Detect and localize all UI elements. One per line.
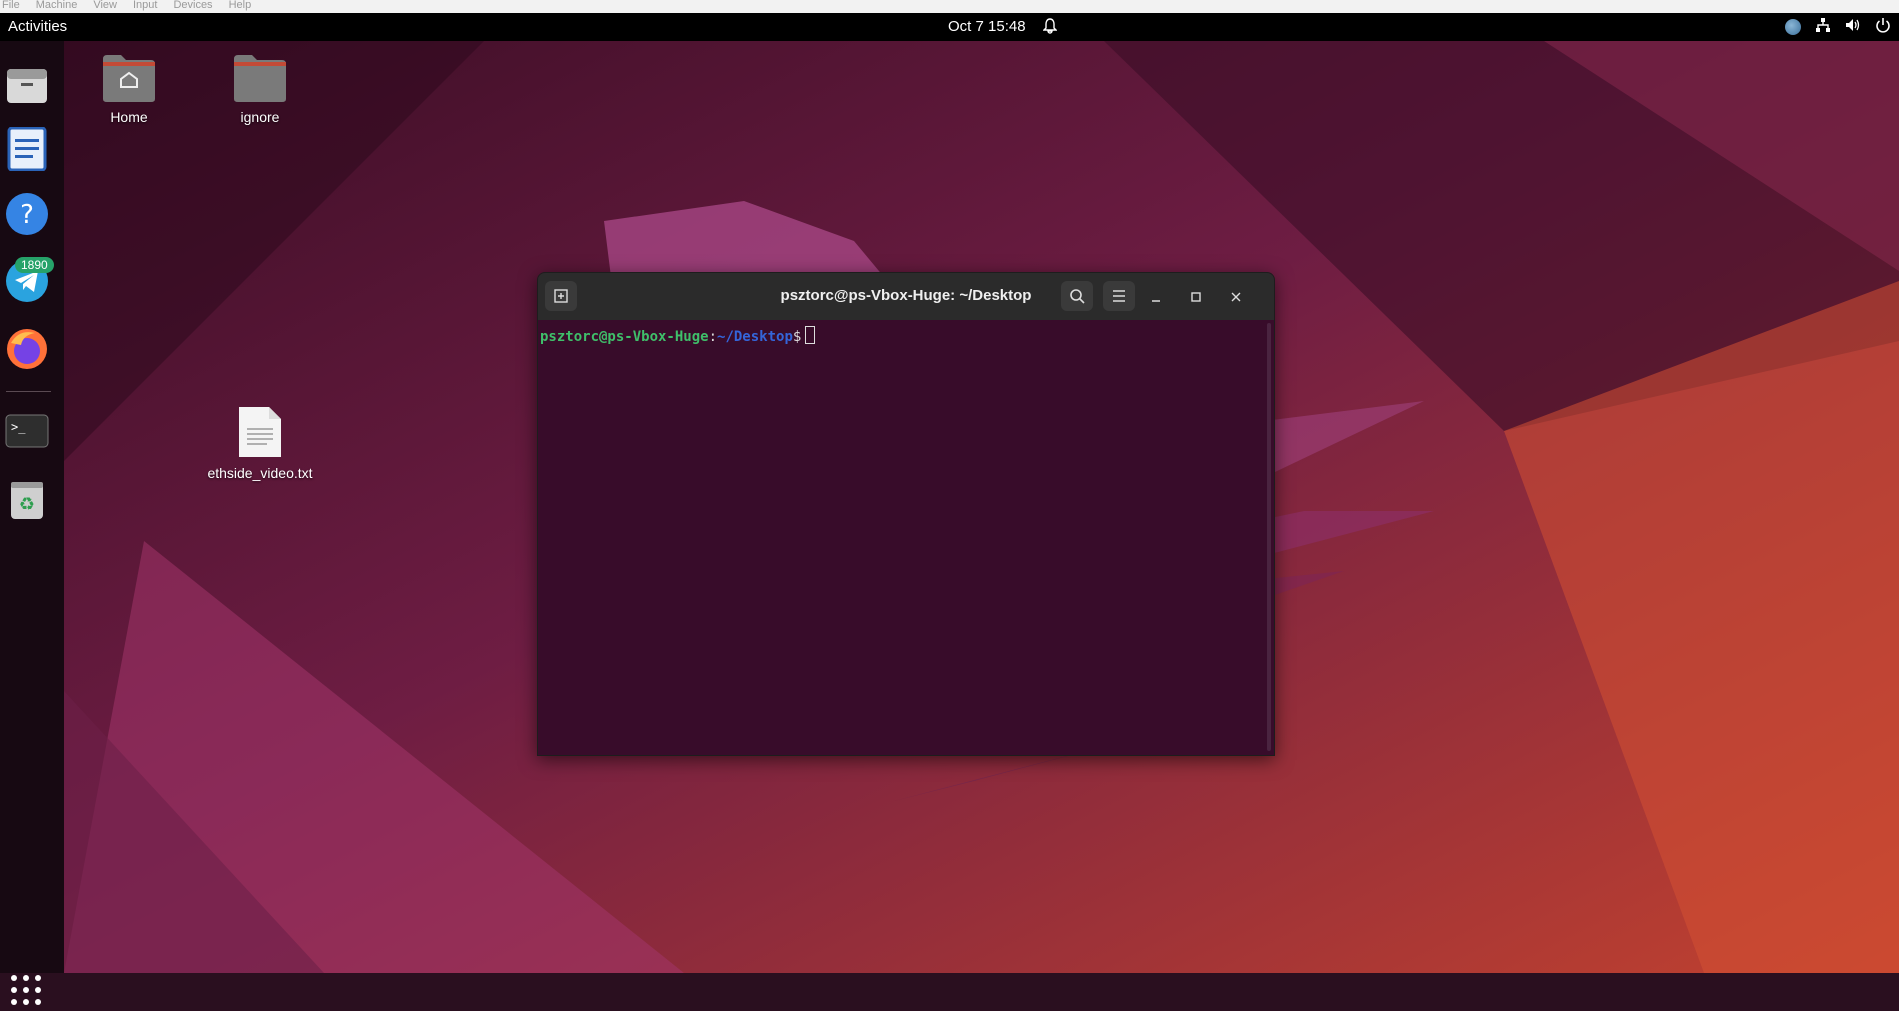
text-cursor <box>805 326 816 344</box>
svg-text:?: ? <box>20 200 34 230</box>
dock: ? 1890 >_ ♻ <box>0 41 64 1005</box>
prompt-separator: : <box>708 329 718 345</box>
close-button[interactable] <box>1226 287 1246 307</box>
desktop-icon-label: Home <box>110 109 148 125</box>
trash-icon[interactable]: ♻ <box>5 477 49 521</box>
firefox-icon[interactable] <box>5 327 49 371</box>
vbox-menu-help[interactable]: Help <box>221 0 260 13</box>
vm-status-icon[interactable] <box>1785 19 1801 35</box>
notification-bell-icon[interactable] <box>1042 18 1058 37</box>
terminal-icon[interactable]: >_ <box>5 409 49 453</box>
libreoffice-writer-icon[interactable] <box>5 126 49 172</box>
terminal-scrollbar[interactable] <box>1267 323 1271 751</box>
show-applications-icon[interactable] <box>10 974 42 1006</box>
desktop-icon-label: ignore <box>240 109 280 125</box>
terminal-window[interactable]: psztorc@ps-Vbox-Huge: ~/Desktop psztorc@… <box>537 272 1275 756</box>
telegram-unread-badge: 1890 <box>15 257 54 273</box>
activities-button[interactable]: Activities <box>8 18 67 35</box>
vbox-menu-file[interactable]: File <box>0 0 28 13</box>
vbox-menu-bar: File Machine View Input Devices Help <box>0 0 1899 13</box>
minimize-button[interactable] <box>1146 287 1166 307</box>
desktop-icon-label: ethside_video.txt <box>207 465 313 481</box>
prompt-user-host: psztorc@ps-Vbox-Huge <box>540 329 709 345</box>
volume-icon[interactable] <box>1845 17 1861 37</box>
svg-text:>_: >_ <box>11 420 26 434</box>
network-icon[interactable] <box>1815 17 1831 37</box>
desktop-icon-home[interactable]: Home <box>74 53 184 125</box>
prompt-symbol: $ <box>792 329 802 345</box>
clock[interactable]: Oct 7 15:48 <box>948 18 1026 35</box>
vbox-menu-devices[interactable]: Devices <box>165 0 220 13</box>
vbox-menu-input[interactable]: Input <box>125 0 165 13</box>
vbox-menu-view[interactable]: View <box>85 0 125 13</box>
maximize-button[interactable] <box>1186 287 1206 307</box>
system-tray[interactable] <box>1785 17 1891 37</box>
text-file-icon <box>237 405 283 459</box>
vbox-menu-machine[interactable]: Machine <box>28 0 86 13</box>
top-bar: Activities Oct 7 15:48 <box>0 13 1899 41</box>
terminal-output[interactable]: psztorc@ps-Vbox-Huge:~/Desktop$ <box>538 320 1274 755</box>
terminal-headerbar[interactable]: psztorc@ps-Vbox-Huge: ~/Desktop <box>538 273 1274 320</box>
desktop-icon-ignore[interactable]: ignore <box>205 53 315 125</box>
prompt-path: ~/Desktop <box>717 329 793 345</box>
home-folder-icon <box>101 53 157 103</box>
help-icon[interactable]: ? <box>5 192 49 236</box>
desktop-icon-ethside-video[interactable]: ethside_video.txt <box>200 405 320 481</box>
hamburger-menu-button[interactable] <box>1103 281 1135 311</box>
search-button[interactable] <box>1061 281 1093 311</box>
folder-icon <box>232 53 288 103</box>
files-app-icon[interactable] <box>5 63 49 107</box>
power-icon[interactable] <box>1875 17 1891 37</box>
dock-separator <box>6 391 51 392</box>
svg-text:♻: ♻ <box>19 494 35 515</box>
